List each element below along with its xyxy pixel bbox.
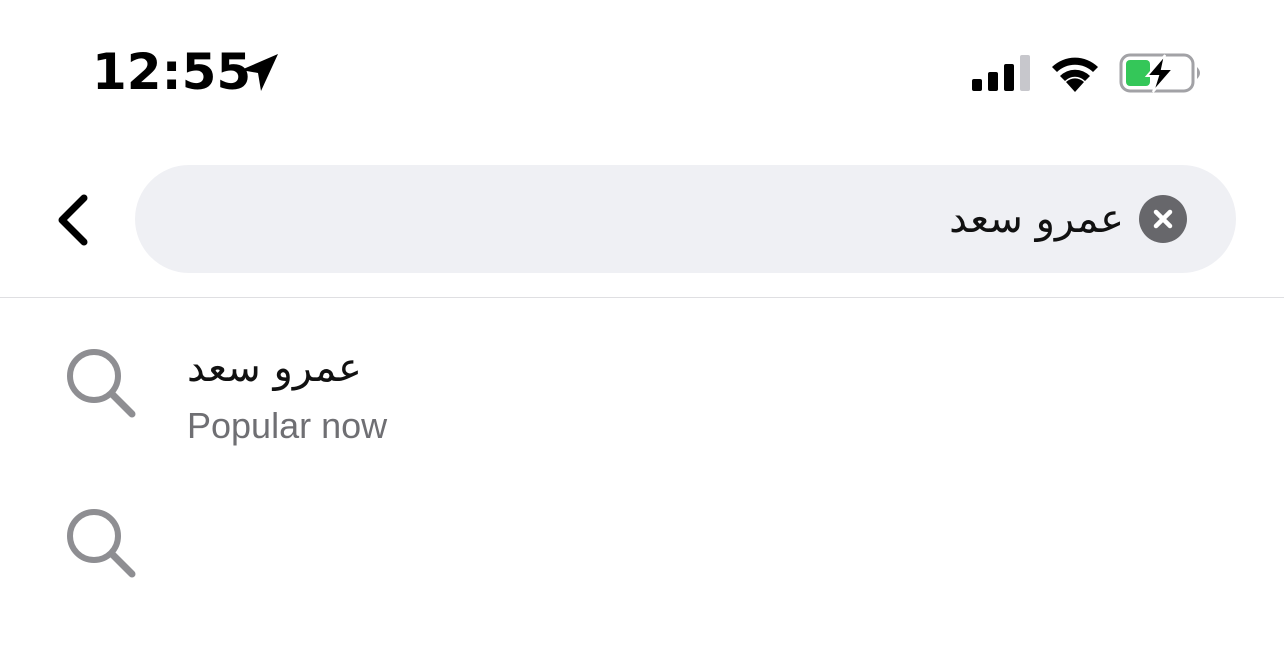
suggestion-subtitle: Popular now xyxy=(187,405,388,446)
search-input-value[interactable]: عمرو سعد xyxy=(949,187,1124,251)
chevron-left-icon xyxy=(58,194,88,246)
header-divider xyxy=(0,297,1284,298)
back-button[interactable] xyxy=(44,190,100,250)
status-time: 12:55 xyxy=(92,43,252,101)
search-icon xyxy=(67,509,136,578)
search-suggestion-item[interactable] xyxy=(0,498,1284,658)
clear-x-icon xyxy=(1153,209,1173,229)
search-header: عمرو سعد xyxy=(0,140,1284,297)
search-suggestion-item[interactable]: عمرو سعد Popular now xyxy=(0,338,1284,498)
status-bar: 12:55 xyxy=(0,0,1284,140)
wifi-icon xyxy=(1052,57,1098,92)
location-arrow-icon xyxy=(241,54,278,91)
search-icon xyxy=(67,349,136,418)
clear-search-button[interactable] xyxy=(1139,195,1187,243)
battery-charging-icon xyxy=(1119,53,1200,93)
cellular-signal-icon xyxy=(972,55,1030,91)
search-input[interactable]: عمرو سعد xyxy=(135,165,1236,273)
suggestion-title: عمرو سعد xyxy=(187,345,362,391)
